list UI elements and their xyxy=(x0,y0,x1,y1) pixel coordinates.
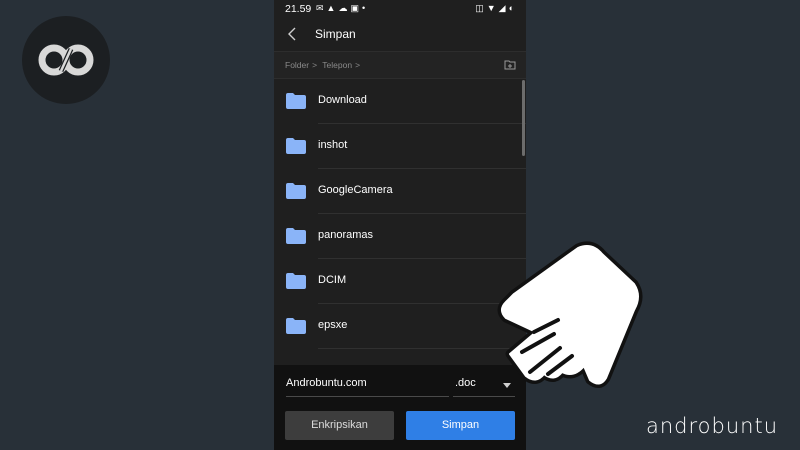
breadcrumb-item-folder[interactable]: Folder xyxy=(285,60,309,70)
app-badge-icon: ▣ xyxy=(350,3,362,13)
mail-icon: ✉ xyxy=(316,3,327,13)
folder-name: DCIM xyxy=(318,274,347,286)
notification-icons: ✉▲☁▣• xyxy=(316,3,368,14)
folder-name: inshot xyxy=(318,139,348,151)
system-icons: ◫▼◢◐ xyxy=(475,3,517,14)
arrow-left-icon[interactable] xyxy=(286,26,300,42)
pointing-hand-icon xyxy=(497,241,643,388)
vibrate-icon: ◫ xyxy=(475,3,487,13)
signal-icon: ◢ xyxy=(498,3,509,13)
folder-icon xyxy=(286,183,306,199)
breadcrumb-item-telepon[interactable]: Telepon xyxy=(322,60,352,70)
folder-name: epsxe xyxy=(318,319,348,331)
new-folder-icon[interactable] xyxy=(504,59,516,70)
folder-name: GoogleCamera xyxy=(318,184,393,196)
status-time: 21.59 xyxy=(285,3,312,15)
folder-icon xyxy=(286,318,306,334)
encrypt-button[interactable]: Enkripsikan xyxy=(285,411,394,440)
filename-input[interactable]: Androbuntu.com xyxy=(286,375,449,397)
mountain-icon: ▲ xyxy=(326,3,339,13)
list-item[interactable]: inshot xyxy=(274,124,526,169)
watermark-logo: androbuntu xyxy=(646,414,779,438)
breadcrumb: Folder > Telepon > xyxy=(285,60,363,70)
filename-value: Androbuntu.com xyxy=(286,377,367,389)
cloud-icon: ☁ xyxy=(338,3,351,13)
status-bar: 21.59 ✉▲☁▣• ◫▼◢◐ xyxy=(274,0,526,18)
folder-name: Download xyxy=(318,94,367,106)
wifi-icon: ▼ xyxy=(486,3,499,13)
folder-name: panoramas xyxy=(318,229,374,241)
dot-icon: • xyxy=(361,3,369,13)
breadcrumb-separator: > xyxy=(355,60,361,70)
folder-icon xyxy=(286,138,306,154)
infinity-logo-icon xyxy=(38,44,94,76)
app-bar: Simpan xyxy=(274,18,526,51)
list-item[interactable]: GoogleCamera xyxy=(274,169,526,214)
page-title: Simpan xyxy=(315,27,356,41)
folder-icon xyxy=(286,93,306,109)
breadcrumb-separator: > xyxy=(312,60,318,70)
folder-icon xyxy=(286,273,306,289)
extension-value: .doc xyxy=(455,377,476,389)
scrollbar[interactable] xyxy=(522,80,525,156)
list-item[interactable]: Download xyxy=(274,79,526,124)
folder-icon xyxy=(286,228,306,244)
brand-logo xyxy=(22,16,110,104)
breadcrumb-bar: Folder > Telepon > xyxy=(274,51,526,79)
battery-icon: ◐ xyxy=(508,3,517,13)
